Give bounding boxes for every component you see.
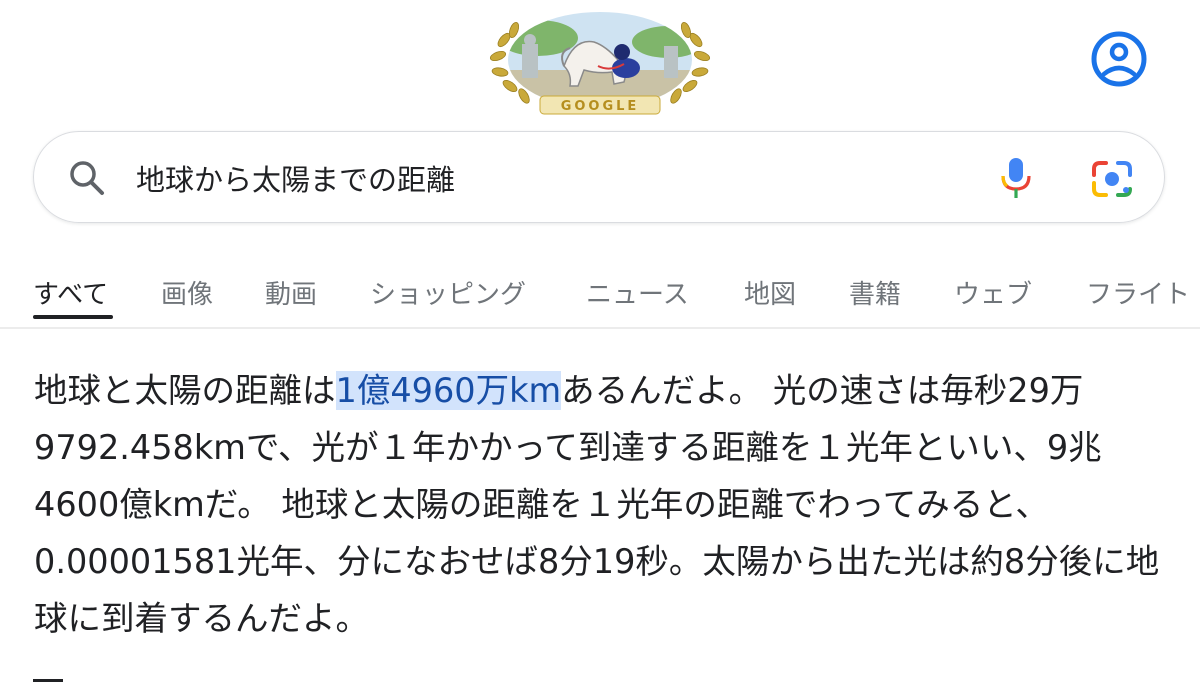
answer-text-before: 地球と太陽の距離は bbox=[34, 371, 336, 410]
tab-maps[interactable]: 地図 bbox=[744, 274, 796, 311]
svg-text:GOOGLE: GOOGLE bbox=[561, 99, 640, 114]
search-tabs: すべて 画像 動画 ショッピング ニュース 地図 書籍 ウェブ フライト bbox=[0, 262, 1200, 326]
bottom-divider bbox=[33, 679, 63, 682]
search-icon[interactable] bbox=[68, 159, 106, 197]
answer-text-after: あるんだよ。 光の速さは毎秒29万9792.458kmで、光が１年かかって到達す… bbox=[34, 371, 1160, 638]
active-tab-indicator bbox=[33, 315, 113, 319]
tab-shopping[interactable]: ショッピング bbox=[370, 274, 526, 311]
tab-images[interactable]: 画像 bbox=[161, 274, 213, 311]
google-lens-icon[interactable] bbox=[1090, 159, 1134, 199]
featured-answer: 地球と太陽の距離は1億4960万kmあるんだよ。 光の速さは毎秒29万9792.… bbox=[34, 362, 1174, 647]
tab-books[interactable]: 書籍 bbox=[849, 274, 901, 311]
search-bar[interactable] bbox=[33, 131, 1165, 223]
google-doodle[interactable]: GOOGLE bbox=[478, 8, 722, 120]
tab-news[interactable]: ニュース bbox=[586, 274, 689, 311]
account-icon[interactable] bbox=[1090, 30, 1148, 88]
tab-flights[interactable]: フライト bbox=[1086, 274, 1190, 311]
search-input[interactable] bbox=[134, 152, 978, 204]
tabs-divider bbox=[0, 327, 1200, 329]
tab-videos[interactable]: 動画 bbox=[265, 274, 317, 311]
tab-all[interactable]: すべて bbox=[33, 274, 108, 311]
answer-highlight: 1億4960万km bbox=[335, 371, 562, 410]
tab-web[interactable]: ウェブ bbox=[954, 274, 1032, 311]
microphone-icon[interactable] bbox=[998, 156, 1034, 200]
